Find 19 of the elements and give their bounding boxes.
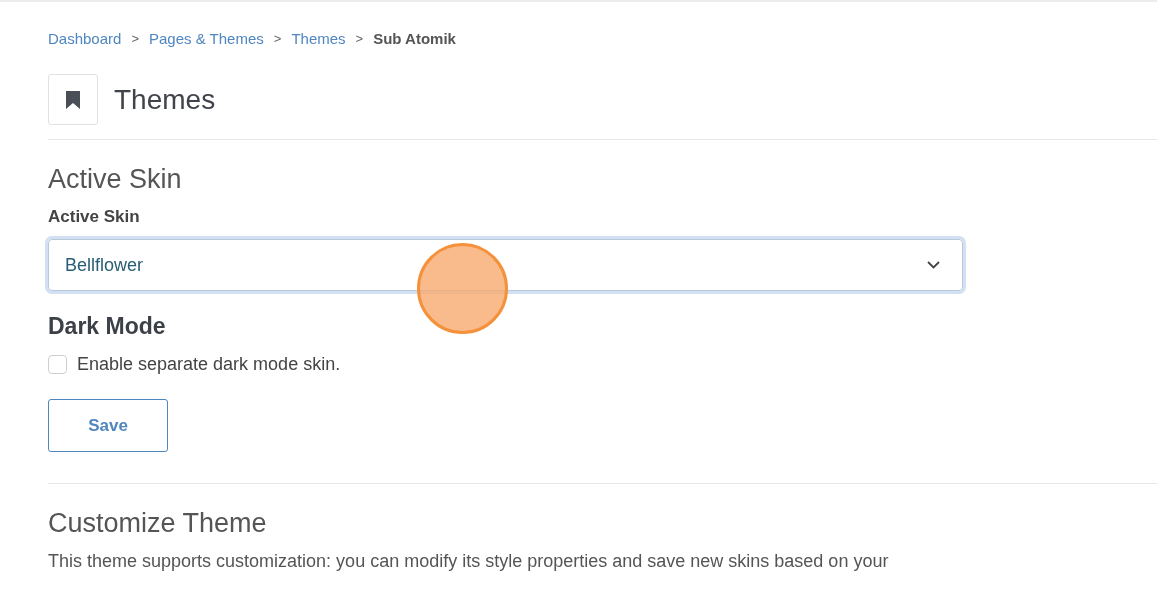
breadcrumb-separator: > — [131, 31, 139, 46]
chevron-down-icon — [927, 261, 940, 269]
page-title: Themes — [114, 83, 216, 116]
breadcrumb-link[interactable]: Pages & Themes — [149, 30, 264, 47]
bookmark-icon — [66, 90, 80, 109]
breadcrumb-separator: > — [273, 31, 282, 46]
field-label: Active Skin — [48, 207, 141, 227]
save-button[interactable]: Save — [48, 399, 168, 452]
breadcrumb-link[interactable]: Dashboard — [48, 30, 122, 47]
section-heading: Active Skin — [48, 164, 183, 195]
breadcrumb-link[interactable]: Themes — [291, 30, 346, 47]
breadcrumb-current: Sub Atomik — [373, 30, 456, 47]
breadcrumb-separator: > — [355, 31, 364, 46]
description-text: This theme supports customization: you can modify its style properties and save new skins based on your — [48, 551, 890, 572]
checkbox[interactable] — [48, 355, 67, 374]
checkbox-label: Enable separate dark mode skin. — [77, 354, 341, 375]
skin-select[interactable]: Bellflower — [48, 239, 963, 291]
subsection-heading: Dark Mode — [48, 313, 167, 340]
section-heading: Customize Theme — [48, 508, 268, 539]
